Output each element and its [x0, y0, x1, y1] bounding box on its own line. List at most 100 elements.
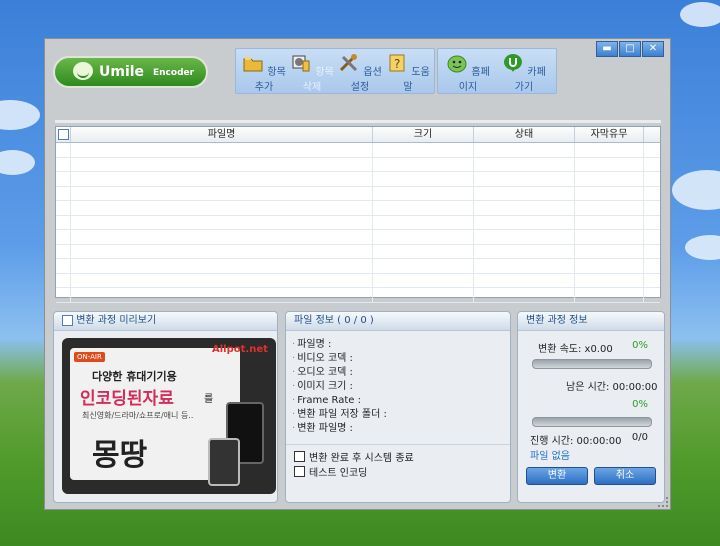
field-audio-codec: 오디오 코덱 :: [286, 366, 510, 380]
column-spacer: [644, 127, 660, 142]
table-cell: [373, 143, 474, 157]
table-cell: [474, 244, 575, 258]
table-cell: [575, 201, 644, 215]
shutdown-checkbox[interactable]: [294, 451, 305, 462]
table-cell: [474, 230, 575, 244]
column-filename[interactable]: 파일명: [71, 127, 373, 142]
background-cloud: [672, 170, 720, 210]
table-cell: [373, 230, 474, 244]
field-image-size: 이미지 크기 :: [286, 380, 510, 394]
table-cell: [56, 186, 71, 200]
field-video-codec: 비디오 코덱 :: [286, 352, 510, 366]
background-cloud: [680, 2, 720, 27]
column-subtitle[interactable]: 자막유무: [575, 127, 644, 142]
file-info-fields: 파일명 : 비디오 코덱 : 오디오 코덱 : 이미지 크기 : Frame R…: [286, 338, 510, 436]
cafe-icon: [504, 54, 523, 72]
background-cloud: [685, 235, 720, 260]
table-cell: [56, 143, 71, 157]
table-cell: [575, 215, 644, 229]
table-row[interactable]: [56, 273, 660, 288]
table-cell: [474, 273, 575, 287]
resize-grip-icon[interactable]: [658, 497, 668, 507]
svg-text:?: ?: [394, 57, 400, 71]
test-encoding-option[interactable]: 테스트 인코딩: [294, 464, 510, 479]
options-button[interactable]: 옵션설정: [336, 53, 384, 93]
table-row[interactable]: [56, 259, 660, 274]
progress-header: 변환 과정 정보: [518, 312, 664, 331]
preview-panel-header: 변환 과정 미리보기: [54, 312, 277, 331]
column-size[interactable]: 크기: [373, 127, 474, 142]
help-label: 도움말: [403, 67, 430, 93]
header: Umile Encoder 항목추가 항목삭제 옵션설정 ? 도움말 홈페이지 …: [45, 39, 670, 101]
table-cell: [56, 288, 71, 302]
help-button[interactable]: ? 도움말: [384, 53, 432, 93]
tools-icon: [340, 54, 358, 72]
table-cell: [71, 201, 373, 215]
test-encoding-label: 테스트 인코딩: [309, 468, 368, 479]
table-body: [56, 143, 660, 303]
elapsed-time: 진행 시간: 00:00:00: [530, 436, 622, 447]
column-status[interactable]: 상태: [474, 127, 575, 142]
table-row[interactable]: [56, 215, 660, 230]
table-cell: [474, 143, 575, 157]
table-cell: [474, 186, 575, 200]
table-cell: [56, 157, 71, 171]
table-cell: [575, 230, 644, 244]
ad-line-2-suffix: 를: [204, 394, 214, 405]
table-cell: [56, 273, 71, 287]
logo-suffix: Encoder: [153, 68, 195, 78]
table-row[interactable]: [56, 143, 660, 158]
table-row[interactable]: [56, 186, 660, 201]
folder-add-icon: [243, 57, 263, 72]
table-row[interactable]: [56, 172, 660, 187]
file-status: 파일 없음: [530, 451, 570, 462]
ad-line-1: 다양한 휴대기기용: [92, 370, 177, 383]
table-row[interactable]: [56, 230, 660, 245]
field-frame-rate: Frame Rate :: [286, 394, 510, 408]
preview-checkbox[interactable]: [62, 314, 73, 326]
table-cell: [373, 215, 474, 229]
shutdown-option[interactable]: 변환 완료 후 시스템 종료: [294, 449, 510, 464]
shutdown-label: 변환 완료 후 시스템 종료: [309, 453, 414, 464]
table-cell: [56, 215, 71, 229]
file-info-panel: 파일 정보 ( 0 / 0 ) 파일명 : 비디오 코덱 : 오디오 코덱 : …: [285, 311, 511, 503]
test-encoding-checkbox[interactable]: [294, 466, 305, 477]
cancel-button[interactable]: 취소: [594, 467, 656, 485]
file-list-table[interactable]: 파일명 크기 상태 자막유무: [55, 126, 661, 303]
table-cell: [373, 273, 474, 287]
table-cell: [373, 201, 474, 215]
table-cell: [56, 259, 71, 273]
field-filename: 파일명 :: [286, 338, 510, 352]
select-all-cell: [56, 127, 71, 142]
table-cell: [373, 186, 474, 200]
toolbar-links: 홈페이지 카페가기: [437, 48, 557, 94]
table-cell: [71, 230, 373, 244]
cafe-button[interactable]: 카페가기: [500, 53, 548, 93]
umile-face-icon: [73, 62, 93, 80]
ad-line-3: 최신영화/드라마/쇼프로/애니 등..: [82, 411, 194, 420]
homepage-button[interactable]: 홈페이지: [444, 53, 492, 93]
background-cloud: [0, 100, 40, 130]
convert-button[interactable]: 변환: [526, 467, 588, 485]
toolbar-main: 항목추가 항목삭제 옵션설정 ? 도움말: [235, 48, 435, 94]
field-output-filename: 변환 파일명 :: [286, 422, 510, 436]
delete-item-button[interactable]: 항목삭제: [288, 53, 336, 93]
help-icon: ?: [389, 54, 405, 72]
table-cell: [71, 143, 373, 157]
table-cell: [474, 288, 575, 302]
ad-brand: Allpot.net: [212, 344, 268, 355]
table-row[interactable]: [56, 244, 660, 259]
table-cell: [71, 244, 373, 258]
add-item-button[interactable]: 항목추가: [240, 53, 288, 93]
table-cell: [474, 259, 575, 273]
table-row[interactable]: [56, 288, 660, 303]
table-row[interactable]: [56, 157, 660, 172]
select-all-checkbox[interactable]: [57, 128, 69, 140]
table-cell: [56, 230, 71, 244]
remaining-time: 남은 시간: 00:00:00: [566, 382, 658, 393]
preview-panel: 변환 과정 미리보기 ON-AIR 다양한 휴대기기용 인코딩된자료 를 최신영…: [53, 311, 278, 503]
ad-banner[interactable]: ON-AIR 다양한 휴대기기용 인코딩된자료 를 최신영화/드라마/쇼프로/애…: [62, 338, 276, 494]
table-row[interactable]: [56, 201, 660, 216]
table-header: 파일명 크기 상태 자막유무: [56, 127, 660, 143]
ad-badge: ON-AIR: [74, 352, 105, 362]
